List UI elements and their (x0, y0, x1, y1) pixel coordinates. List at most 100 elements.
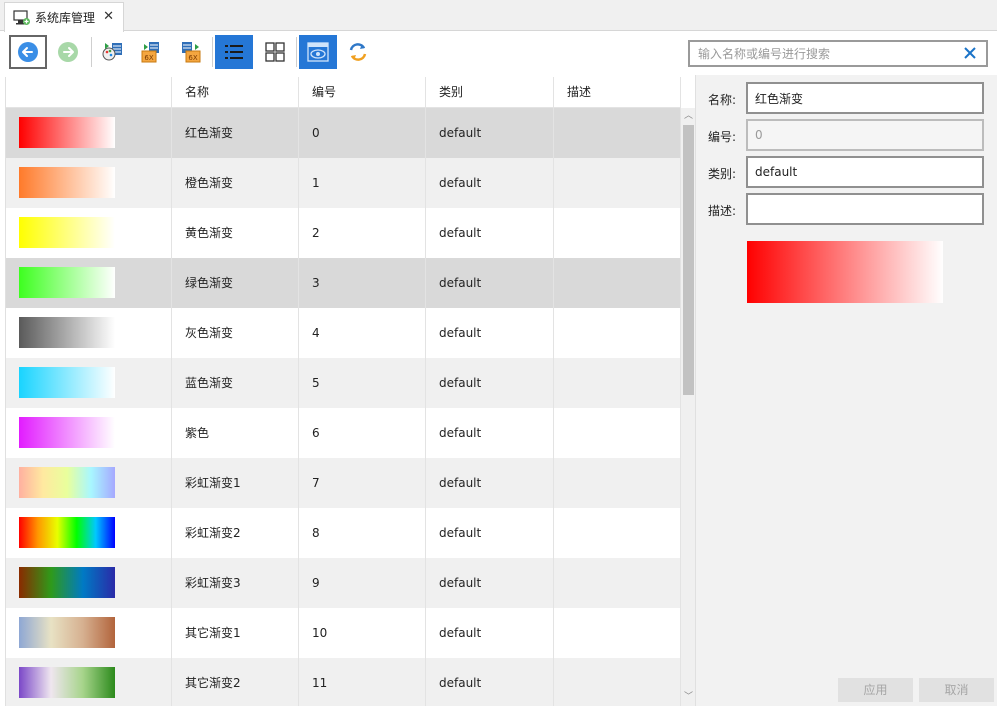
category-cell: default (426, 658, 554, 706)
search-input[interactable] (698, 45, 958, 63)
swatch-cell (6, 658, 172, 706)
name-cell: 橙色渐变 (172, 158, 299, 208)
toolbar-separator (91, 37, 92, 67)
import-button[interactable] (94, 35, 132, 69)
table-row[interactable]: 其它渐变1 10 default (6, 608, 681, 658)
column-header-category[interactable]: 类别 (426, 77, 554, 108)
import-palette-icon (102, 43, 122, 61)
table-row[interactable]: 其它渐变2 11 default (6, 658, 681, 706)
tab-system-library[interactable]: 系统库管理 ✕ (4, 2, 124, 32)
export-6x-icon: 6X (141, 42, 159, 63)
gradient-swatch (19, 617, 115, 648)
description-cell (554, 608, 681, 658)
gradient-preview (747, 241, 943, 303)
id-cell: 4 (299, 308, 426, 358)
name-cell: 灰色渐变 (172, 308, 299, 358)
name-cell: 蓝色渐变 (172, 358, 299, 408)
scroll-up-icon[interactable]: ︿ (681, 108, 695, 125)
column-header-swatch[interactable] (6, 77, 172, 108)
apply-button[interactable]: 应用 (838, 678, 913, 702)
id-cell: 2 (299, 208, 426, 258)
table-row[interactable]: 黄色渐变 2 default (6, 208, 681, 258)
forward-button[interactable] (49, 35, 87, 69)
gradient-swatch (19, 117, 115, 148)
back-button[interactable] (9, 35, 47, 69)
svg-text:6X: 6X (188, 54, 197, 62)
name-cell: 彩虹渐变1 (172, 458, 299, 508)
description-cell (554, 558, 681, 608)
swatch-cell (6, 358, 172, 408)
swatch-cell (6, 408, 172, 458)
name-cell: 其它渐变2 (172, 658, 299, 706)
eye-icon (307, 42, 329, 62)
list-view-button[interactable] (215, 35, 253, 69)
id-cell: 9 (299, 558, 426, 608)
id-cell: 6 (299, 408, 426, 458)
refresh-button[interactable] (339, 35, 377, 69)
swatch-cell (6, 308, 172, 358)
swatch-cell (6, 258, 172, 308)
scroll-down-icon[interactable]: ﹀ (681, 689, 695, 706)
name-field[interactable] (746, 82, 984, 114)
description-cell (554, 208, 681, 258)
table-row[interactable]: 红色渐变 0 default (6, 108, 681, 158)
arrow-right-icon (58, 42, 78, 62)
arrow-left-icon (18, 42, 38, 62)
description-cell (554, 408, 681, 458)
table-row[interactable]: 蓝色渐变 5 default (6, 358, 681, 408)
toolbar: 6X 6X (0, 32, 997, 75)
gradient-swatch (19, 317, 115, 348)
vertical-scrollbar[interactable]: ︿ ﹀ (681, 108, 695, 706)
description-cell (554, 108, 681, 158)
search-box (688, 40, 988, 67)
swatch-cell (6, 458, 172, 508)
id-cell: 1 (299, 158, 426, 208)
swatch-cell (6, 608, 172, 658)
tab-close-icon[interactable]: ✕ (103, 9, 114, 24)
description-label: 描述: (708, 204, 737, 218)
preview-button[interactable] (299, 35, 337, 69)
category-label: 类别: (708, 167, 737, 181)
tab-bar: 系统库管理 ✕ (0, 0, 997, 32)
table-header: 名称 编号 类别 描述 (6, 77, 681, 108)
scroll-thumb[interactable] (683, 125, 694, 395)
table-row[interactable]: 紫色 6 default (6, 408, 681, 458)
description-cell (554, 358, 681, 408)
refresh-icon (349, 43, 367, 61)
tab-title: 系统库管理 (35, 11, 96, 25)
clear-search-icon[interactable] (962, 45, 978, 61)
description-cell (554, 508, 681, 558)
gradient-swatch (19, 367, 115, 398)
export-6x-alt-icon: 6X (182, 42, 201, 63)
name-cell: 其它渐变1 (172, 608, 299, 658)
gradient-swatch (19, 467, 115, 498)
gradient-swatch (19, 217, 115, 248)
column-header-description[interactable]: 描述 (554, 77, 681, 108)
export-6x-alt-button[interactable]: 6X (172, 35, 210, 69)
table-row[interactable]: 彩虹渐变1 7 default (6, 458, 681, 508)
table-row[interactable]: 彩虹渐变2 8 default (6, 508, 681, 558)
table-row[interactable]: 彩虹渐变3 9 default (6, 558, 681, 608)
category-cell: default (426, 158, 554, 208)
list-view-icon (225, 45, 243, 59)
table-row[interactable]: 绿色渐变 3 default (6, 258, 681, 308)
category-cell: default (426, 458, 554, 508)
swatch-cell (6, 158, 172, 208)
toolbar-separator (296, 37, 297, 67)
swatch-cell (6, 558, 172, 608)
category-field[interactable] (746, 156, 984, 188)
cancel-button[interactable]: 取消 (919, 678, 994, 702)
table-row[interactable]: 橙色渐变 1 default (6, 158, 681, 208)
grid-view-button[interactable] (256, 35, 294, 69)
column-header-id[interactable]: 编号 (299, 77, 426, 108)
name-cell: 黄色渐变 (172, 208, 299, 258)
gradient-swatch (19, 417, 115, 448)
export-6x-button[interactable]: 6X (132, 35, 170, 69)
table-row[interactable]: 灰色渐变 4 default (6, 308, 681, 358)
description-field[interactable] (746, 193, 984, 225)
gradient-swatch (19, 167, 115, 198)
swatch-cell (6, 108, 172, 158)
column-header-name[interactable]: 名称 (172, 77, 299, 108)
description-cell (554, 158, 681, 208)
id-cell: 3 (299, 258, 426, 308)
